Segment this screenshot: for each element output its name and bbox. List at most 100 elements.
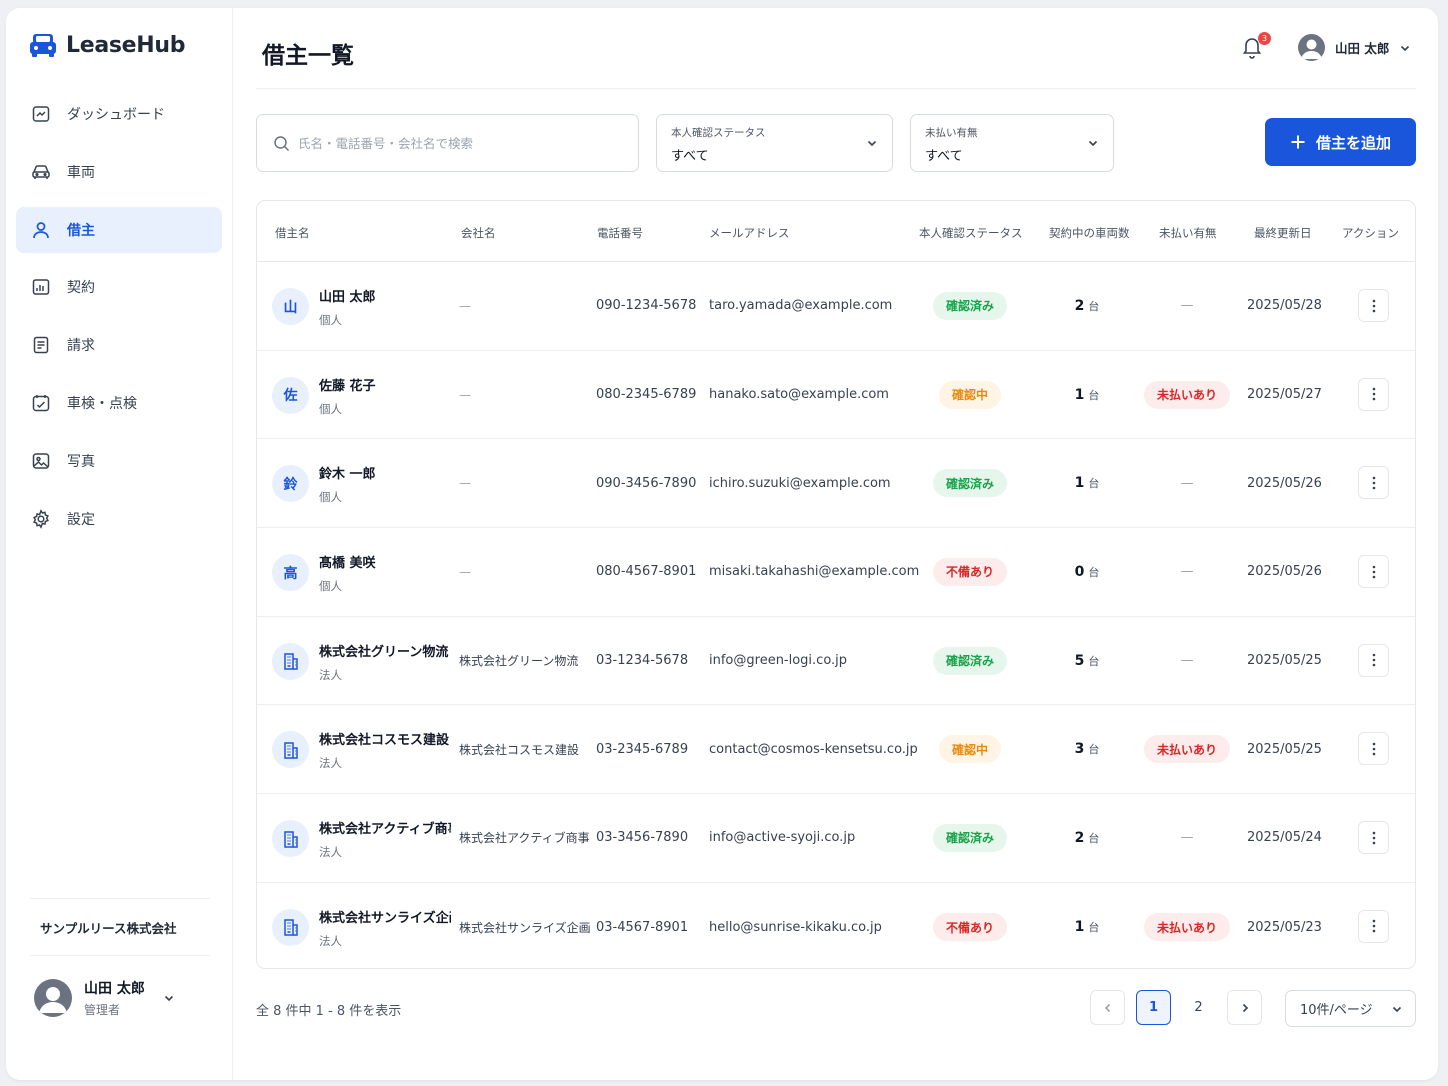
col-lessee-name[interactable]: 借主名 [275,225,310,241]
company-value: — [459,476,471,491]
search-icon [274,135,290,151]
lessee-name[interactable]: 髙橋 美咲 [319,552,451,571]
row-actions-button[interactable] [1358,732,1389,766]
search-input[interactable] [298,135,598,151]
logo[interactable]: LeaseHub [28,30,186,60]
unpaid-cell: — [1137,794,1237,882]
sidebar-item-dashboard[interactable]: ダッシュボード [16,91,222,137]
table-row[interactable]: 高 髙橋 美咲 個人 — 080-4567-8901 misaki.takaha… [257,528,1415,617]
chevron-down-icon [164,995,173,1002]
phone-cell: 080-2345-6789 [596,387,697,403]
status-badge: 確認済み [932,646,1007,675]
updated-cell: 2025/05/25 [1247,741,1322,757]
status-badge: 確認中 [938,380,1001,409]
company-cell: — [459,439,471,527]
unpaid-cell: — [1137,617,1237,705]
table-row[interactable]: 株式会社サンライズ企画 法人 株式会社サンライズ企画 03-4567-8901 … [257,883,1415,968]
table-header: 借主名 会社名 電話番号 メールアドレス 本人確認ステータス 契約中の車両数 未… [257,201,1415,262]
avatar [34,979,72,1017]
vehicle-count-cell: 1台 [1047,883,1127,968]
notifications-button[interactable]: 3 [1240,32,1271,60]
chevron-left-icon [1104,1003,1110,1012]
table-row[interactable]: 株式会社グリーン物流 法人 株式会社グリーン物流 03-1234-5678 in… [257,617,1415,706]
dashboard-icon [32,106,50,122]
avatar-initial: 山 [283,299,298,316]
unpaid-filter-value: すべて [925,149,963,164]
unpaid-none: — [1180,564,1194,580]
per-page-select[interactable]: 10件/ページ [1285,990,1416,1027]
vehicle-count-cell: 3台 [1047,705,1127,793]
lessee-name[interactable]: 株式会社アクティブ商事 [319,818,451,837]
col-last-updated[interactable]: 最終更新日 [1254,225,1312,241]
more-vertical-icon [1372,831,1375,844]
sidebar-item-label: 請求 [67,338,95,355]
gear-icon [33,508,49,529]
sidebar-item-contracts[interactable]: 契約 [16,264,222,310]
table-row[interactable]: 株式会社コスモス建設 法人 株式会社コスモス建設 03-2345-6789 co… [257,705,1415,795]
photo-icon [32,453,50,469]
email-cell: info@green-logi.co.jp [709,653,848,669]
col-phone[interactable]: 電話番号 [597,225,643,241]
sidebar-user-menu[interactable]: 山田 太郎 管理者 [34,978,214,1018]
sidebar-item-photos[interactable]: 写真 [16,438,222,484]
sidebar-item-vehicles[interactable]: 車両 [16,149,222,195]
lessee-name[interactable]: 山田 太郎 [319,286,451,305]
header-user-menu[interactable]: 山田 太郎 [1298,34,1411,61]
avatar: 佐 [272,376,309,414]
status-filter-select[interactable]: 本人確認ステータス すべて [656,114,893,172]
company-cell: 株式会社グリーン物流 [459,617,578,705]
lessee-name[interactable]: 株式会社グリーン物流 [319,641,451,660]
updated-cell: 2025/05/26 [1247,475,1322,491]
company-cell: — [459,262,471,350]
row-actions-button[interactable] [1358,289,1389,322]
updated-cell: 2025/05/25 [1247,653,1322,669]
table-row[interactable]: 山 山田 太郎 個人 — 090-1234-5678 taro.yamada@e… [257,262,1415,351]
lessee-name[interactable]: 佐藤 花子 [319,375,451,394]
next-page-button[interactable] [1227,990,1262,1025]
search-box [256,114,639,172]
vehicle-count-cell: 1台 [1047,351,1127,439]
sidebar-item-billing[interactable]: 請求 [16,322,222,368]
company-value: 株式会社コスモス建設 [459,742,580,757]
table-row[interactable]: 鈴 鈴木 一郎 個人 — 090-3456-7890 ichiro.suzuki… [257,439,1415,529]
table-row[interactable]: 佐 佐藤 花子 個人 — 080-2345-6789 hanako.sato@e… [257,351,1415,440]
lessee-name[interactable]: 鈴木 一郎 [319,463,451,482]
chevron-down-icon [1392,1006,1402,1013]
status-badge: 確認済み [932,823,1007,852]
vehicle-unit: 台 [1088,743,1100,757]
lessee-name[interactable]: 株式会社サンライズ企画 [319,907,451,926]
status-badge: 不備あり [932,557,1007,586]
row-actions-button[interactable] [1358,909,1389,943]
sidebar-item-inspection[interactable]: 車検・点検 [16,380,222,426]
row-actions-button[interactable] [1358,643,1389,677]
add-lessee-button[interactable]: 借主を追加 [1265,118,1416,166]
unpaid-filter-select[interactable]: 未払い有無 すべて [910,114,1114,172]
sidebar-item-settings[interactable]: 設定 [16,496,222,542]
page-button-1[interactable]: 1 [1136,990,1171,1025]
avatar: 山 [272,288,309,325]
table-row[interactable]: 株式会社アクティブ商事 法人 株式会社アクティブ商事 03-3456-7890 … [257,794,1415,883]
company-cell: 株式会社アクティブ商事 [459,794,590,882]
chevron-down-icon [1401,45,1410,51]
col-vehicle-count[interactable]: 契約中の車両数 [1049,225,1130,241]
row-actions-button[interactable] [1358,821,1389,855]
lessee-name[interactable]: 株式会社コスモス建設 [319,729,451,748]
col-company[interactable]: 会社名 [461,225,496,241]
col-unpaid[interactable]: 未払い有無 [1159,225,1217,241]
col-email[interactable]: メールアドレス [709,225,790,241]
vehicle-count: 5 [1074,652,1085,669]
company-cell: — [459,528,471,616]
vehicle-count-cell: 5台 [1047,617,1127,705]
status-cell: 確認済み [917,794,1023,882]
updated-cell: 2025/05/24 [1247,830,1322,846]
lessee-type: 個人 [319,313,342,327]
col-id-status[interactable]: 本人確認ステータス [919,225,1023,241]
status-badge: 不備あり [932,913,1007,942]
updated-cell: 2025/05/23 [1247,919,1322,935]
page-button-2[interactable]: 2 [1181,990,1216,1025]
sidebar-item-lessees[interactable]: 借主 [16,206,222,253]
row-actions-button[interactable] [1358,555,1389,589]
row-actions-button[interactable] [1358,466,1389,500]
row-actions-button[interactable] [1358,377,1389,411]
prev-page-button[interactable] [1090,990,1125,1025]
